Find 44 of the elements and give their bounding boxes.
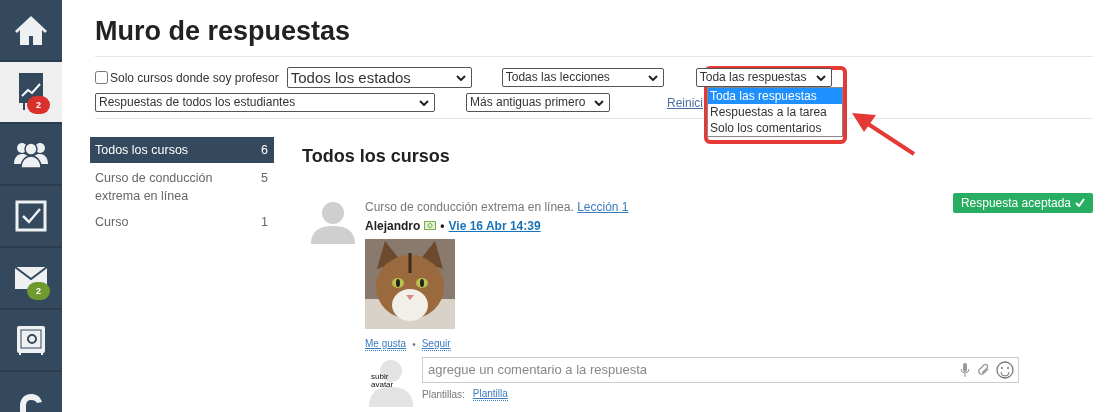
avatar-placeholder[interactable]: subir avatar	[368, 356, 414, 407]
course-list-item[interactable]: Curso 1	[90, 209, 274, 235]
post-date[interactable]: Vie 16 Abr 14:39	[448, 216, 541, 235]
separator-dot: •	[440, 217, 445, 235]
money-icon	[424, 221, 437, 231]
author-name[interactable]: Alejandro	[365, 216, 421, 235]
notification-badge: 2	[27, 282, 50, 300]
smiley-icon[interactable]	[996, 360, 1014, 379]
chart-board-icon	[18, 72, 44, 112]
check-icon	[1075, 198, 1085, 208]
course-list-item[interactable]: Todos los cursos 6	[90, 137, 274, 163]
reset-link[interactable]: Reinici	[667, 93, 703, 112]
separator-dot: •	[412, 337, 416, 352]
lesson-link[interactable]: Lección 1	[577, 199, 629, 214]
order-select[interactable]: Más antiguas primero	[466, 93, 610, 112]
microphone-icon[interactable]	[960, 362, 970, 377]
checkbox-label: Solo cursos donde soy profesor	[110, 69, 279, 87]
status-select[interactable]: Todos los estados	[286, 67, 472, 88]
course-list-item[interactable]: Curso de conducción extrema en línea 5	[90, 165, 274, 209]
sidebar-item[interactable]: 2	[0, 248, 62, 310]
students-select[interactable]: Respuestas de todos los estudiantes	[95, 93, 435, 112]
avatar-placeholder	[310, 199, 356, 244]
page-title: Muro de respuestas	[95, 15, 352, 48]
sidebar-item[interactable]: 2	[0, 62, 62, 124]
dropdown-option[interactable]: Solo los comentarios	[708, 120, 842, 136]
templates-label: Plantillas:	[422, 387, 465, 402]
template-link[interactable]: Plantilla	[472, 387, 508, 401]
paperclip-icon[interactable]	[976, 362, 990, 377]
action-link[interactable]: Seguir	[421, 337, 451, 351]
dropdown-option[interactable]: Toda las respuestas	[708, 88, 842, 104]
notification-badge: 2	[27, 96, 50, 114]
comment-field[interactable]: agregue un comentario a la respuesta	[422, 356, 1019, 383]
answers-select[interactable]: Toda las respuestas	[695, 68, 832, 87]
people-icon	[14, 140, 48, 168]
post-course-line: Curso de conducción extrema en línea. Lección 1	[365, 198, 629, 216]
checkbox-icon	[15, 200, 47, 232]
section-heading: Todos los cursos	[302, 146, 451, 168]
lessons-select[interactable]: Todas las lecciones	[501, 68, 664, 87]
avatar-label: subir avatar	[371, 372, 395, 389]
dropdown-option[interactable]: Respuestas a la tarea	[708, 104, 842, 120]
teacher-only-checkbox[interactable]	[95, 71, 108, 84]
action-link[interactable]: Me gusta	[365, 337, 407, 351]
safe-icon	[15, 324, 47, 356]
home-icon	[14, 14, 48, 46]
